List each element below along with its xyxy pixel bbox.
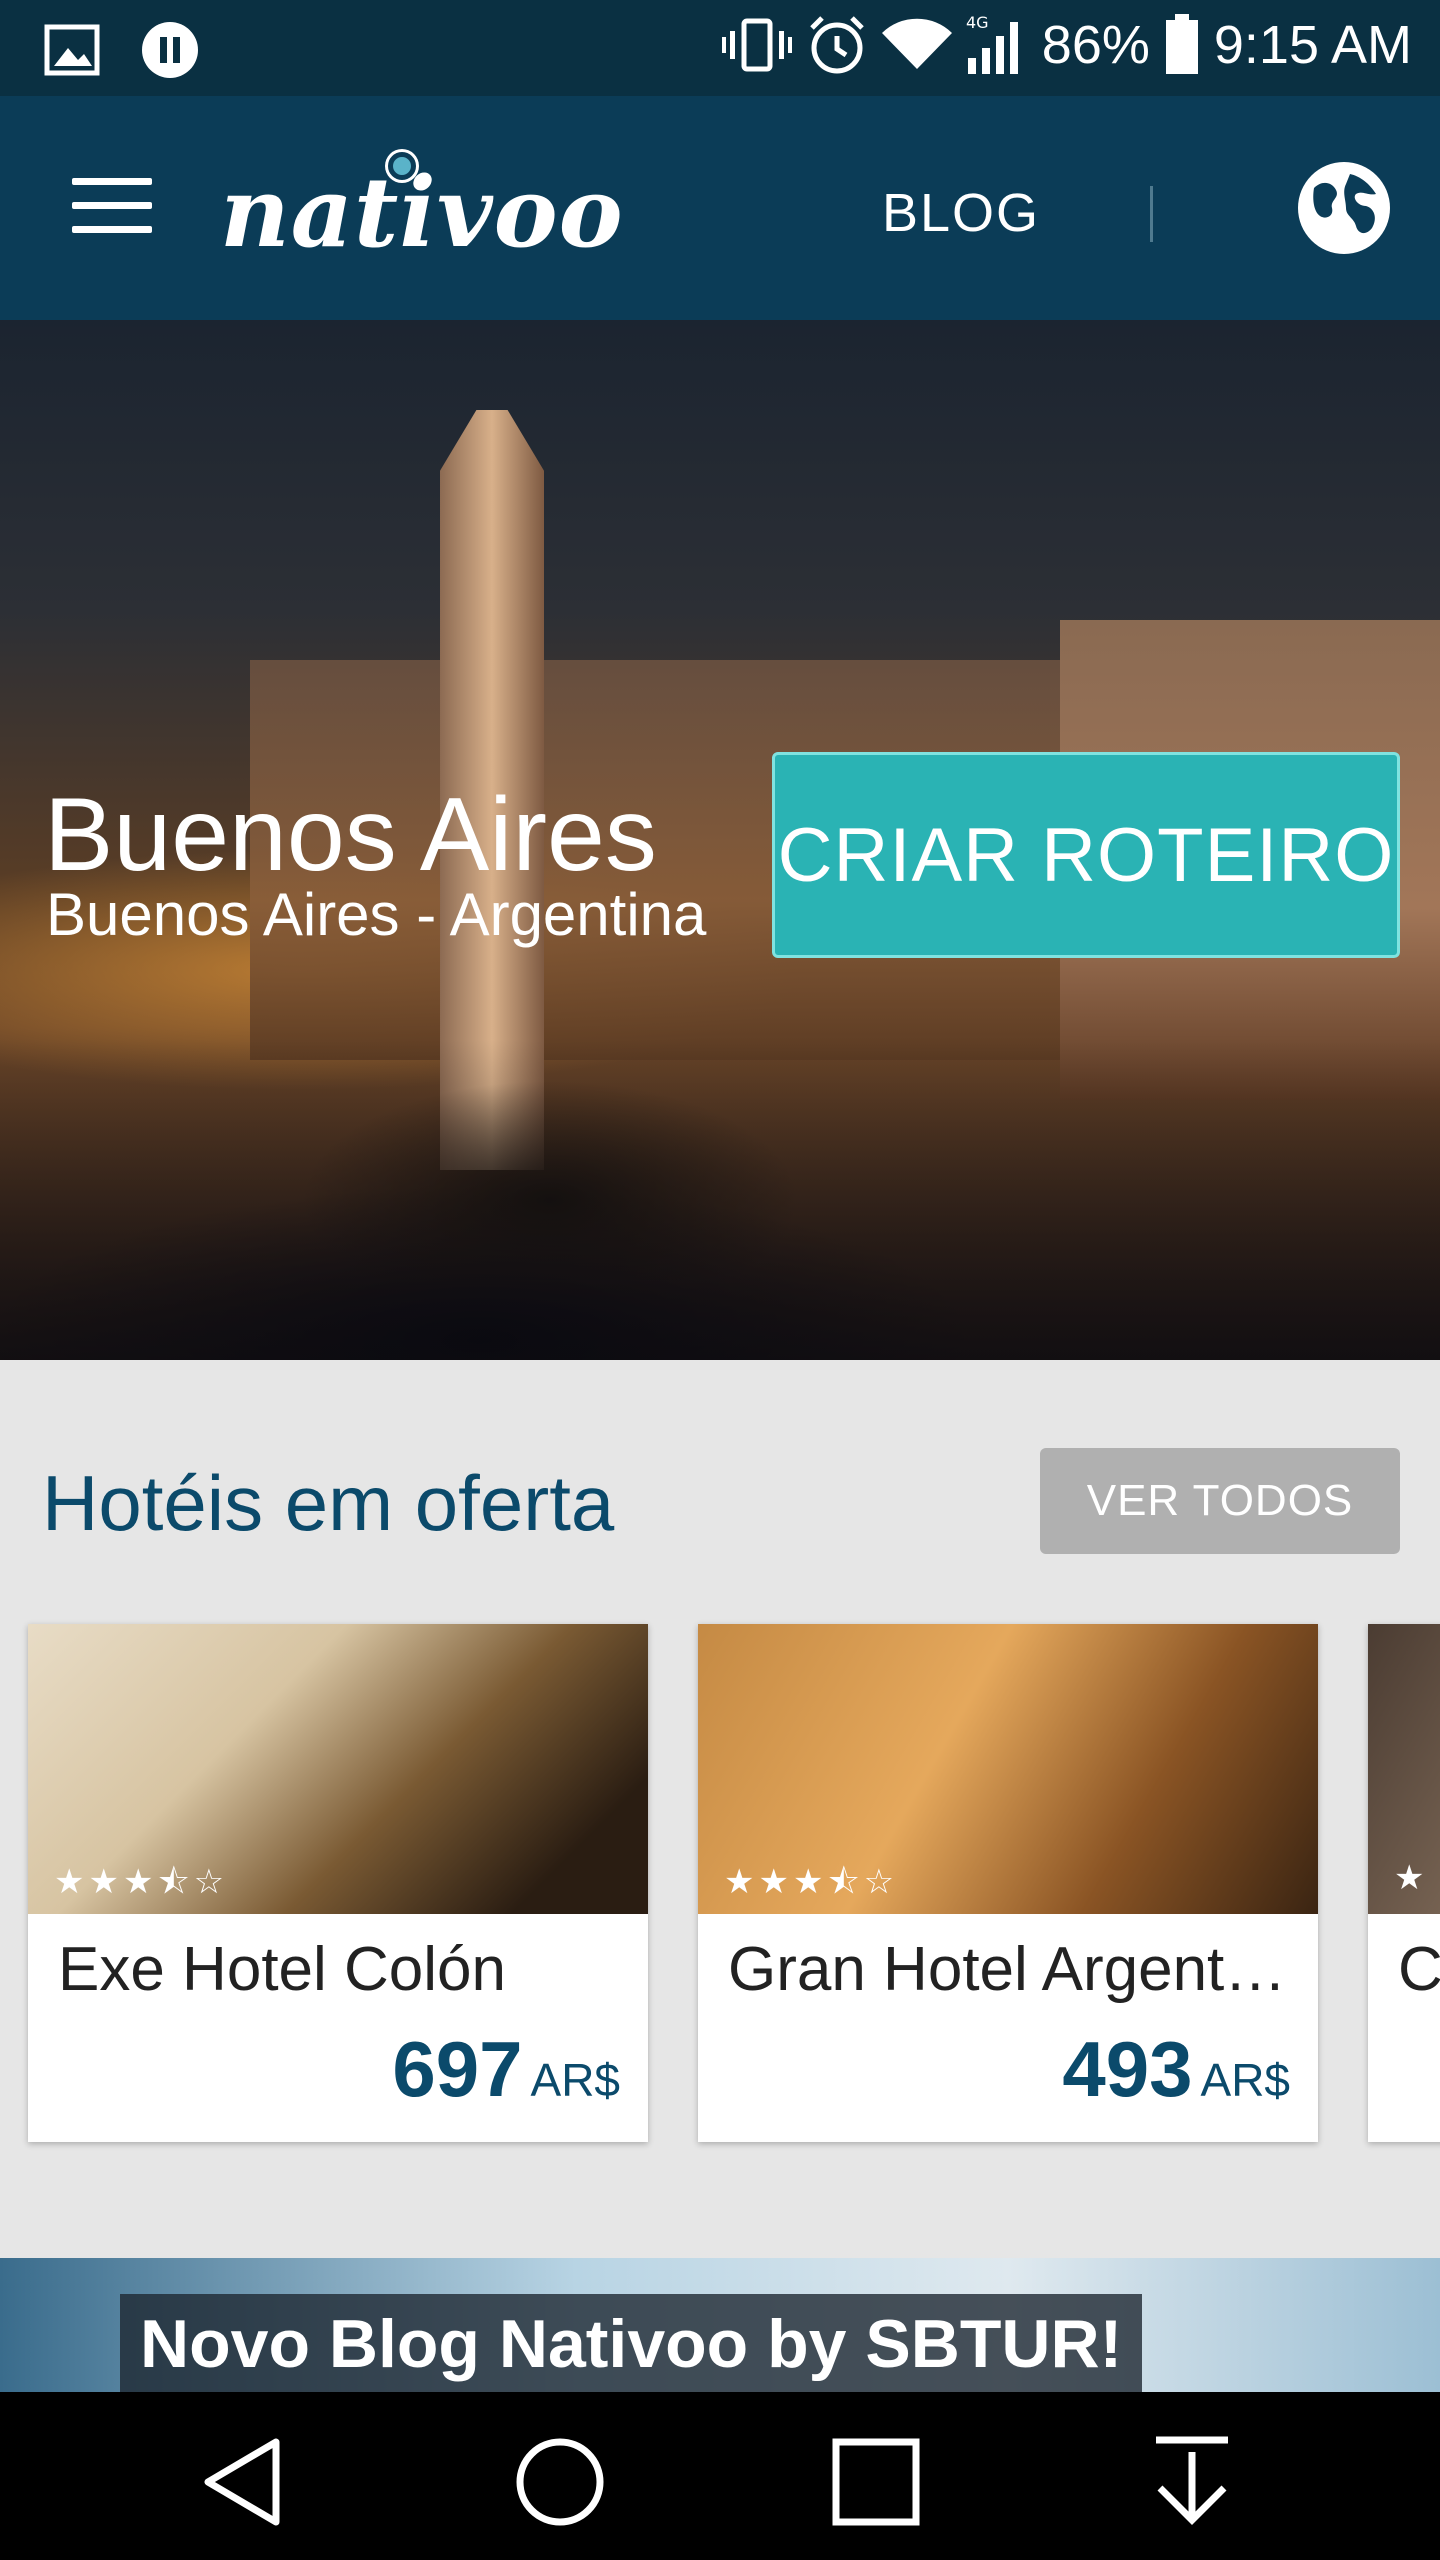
pause-notification-icon xyxy=(142,22,198,78)
alarm-icon xyxy=(810,16,864,74)
logo-pin-icon xyxy=(388,152,416,180)
create-itinerary-button[interactable]: CRIAR ROTEIRO xyxy=(772,752,1400,958)
price-value: 493 xyxy=(1062,2025,1193,2113)
hotel-card[interactable]: ★★★⯪☆ Exe Hotel Colón 697 AR$ xyxy=(28,1624,648,2142)
star-rating: ★★★⯪☆ xyxy=(54,1863,229,1901)
hotels-section-title: Hotéis em oferta xyxy=(42,1459,615,1547)
hotel-card[interactable]: ★★★⯪☆ Gran Hotel Argent… 493 AR$ xyxy=(698,1624,1318,2142)
globe-icon[interactable] xyxy=(1296,160,1392,256)
header-divider xyxy=(1150,186,1153,242)
hotel-card[interactable]: ★ C xyxy=(1368,1624,1440,2142)
system-nav-bar xyxy=(0,2392,1440,2560)
home-icon[interactable] xyxy=(510,2432,610,2532)
star-rating: ★★★⯪☆ xyxy=(724,1863,899,1901)
signal-icon: 4G xyxy=(966,14,1018,74)
hotel-name: Gran Hotel Argent… xyxy=(728,1935,1287,2004)
menu-icon[interactable] xyxy=(72,178,152,234)
back-icon[interactable] xyxy=(196,2432,296,2532)
status-bar: 4G 86% 9:15 AM xyxy=(0,0,1440,96)
wifi-icon xyxy=(881,18,952,69)
clock: 9:15 AM xyxy=(1213,15,1412,75)
city-title: Buenos Aires xyxy=(44,777,657,893)
hero-shade xyxy=(0,1040,1440,1360)
see-all-button[interactable]: VER TODOS xyxy=(1040,1448,1400,1554)
blog-link[interactable]: BLOG xyxy=(882,182,1040,244)
price-currency: AR$ xyxy=(1200,2054,1290,2106)
hotel-price: 493 AR$ xyxy=(1062,2024,1290,2115)
app-bar: nativoo BLOG xyxy=(0,96,1440,320)
hotel-price: 697 AR$ xyxy=(392,2024,620,2115)
nativoo-logo[interactable]: nativoo xyxy=(220,156,624,269)
svg-text:4G: 4G xyxy=(966,14,989,32)
city-subtitle: Buenos Aires - Argentina xyxy=(46,881,707,948)
battery-icon xyxy=(1165,14,1198,74)
recents-icon[interactable] xyxy=(826,2432,926,2532)
price-currency: AR$ xyxy=(530,2054,620,2106)
gallery-notification-icon xyxy=(44,24,100,76)
star-rating: ★ xyxy=(1394,1859,1429,1897)
battery-percent: 86% xyxy=(1041,15,1150,75)
blog-banner-text: Novo Blog Nativoo by SBTUR! xyxy=(120,2294,1143,2392)
price-value: 697 xyxy=(392,2025,523,2113)
vibrate-icon xyxy=(721,18,792,72)
blog-banner[interactable]: Novo Blog Nativoo by SBTUR! xyxy=(0,2258,1440,2392)
notification-pull-icon[interactable] xyxy=(1142,2432,1242,2532)
hotel-name: C xyxy=(1398,1935,1440,2004)
hotel-name: Exe Hotel Colón xyxy=(58,1935,507,2004)
